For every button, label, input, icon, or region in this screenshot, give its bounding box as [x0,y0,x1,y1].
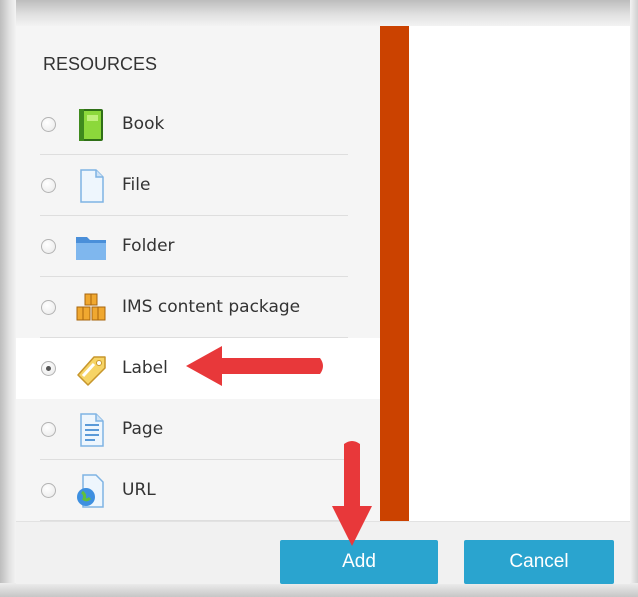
resource-item-label: IMS content package [122,297,301,317]
resource-item-page[interactable]: Page [16,399,380,460]
cancel-button[interactable]: Cancel [464,540,614,584]
radio-file[interactable] [41,178,56,193]
screenshot-shadow-bottom [0,583,638,597]
file-icon [74,168,108,204]
accent-bar [380,26,409,521]
resource-item-label: Folder [122,236,175,256]
ims-package-icon [74,290,108,326]
screenshot-shadow-left [0,0,16,597]
resource-item-file[interactable]: File [16,155,380,216]
section-title: RESOURCES [43,54,158,74]
radio-url[interactable] [41,483,56,498]
label-tag-icon [74,351,108,387]
resource-list-panel: RESOURCES Book File Folder IMS content p… [16,26,380,521]
url-icon [74,473,108,509]
radio-ims-content-package[interactable] [41,300,56,315]
screenshot-shadow-top [0,0,638,26]
screenshot-shadow-right [630,0,638,597]
resource-item-label: Page [122,419,164,439]
dialog-footer: Add Cancel [16,521,630,584]
book-icon [74,107,108,143]
annotation-arrow-down-icon [332,441,372,546]
resource-item-label: URL [122,480,156,500]
resource-item-label: Label [122,358,168,378]
radio-page[interactable] [41,422,56,437]
radio-label[interactable] [41,361,56,376]
resource-item-folder[interactable]: Folder [16,216,380,277]
resource-item-book[interactable]: Book [16,94,380,155]
resource-item-label: Book [122,114,165,134]
resource-item-ims-content-package[interactable]: IMS content package [16,277,380,338]
annotation-arrow-left-icon [186,346,323,386]
radio-folder[interactable] [41,239,56,254]
resource-item-url[interactable]: URL [16,460,380,521]
radio-book[interactable] [41,117,56,132]
activity-chooser-dialog: RESOURCES Book File Folder IMS content p… [16,26,630,584]
page-icon [74,412,108,448]
folder-icon [74,229,108,265]
resource-item-label: File [122,175,151,195]
